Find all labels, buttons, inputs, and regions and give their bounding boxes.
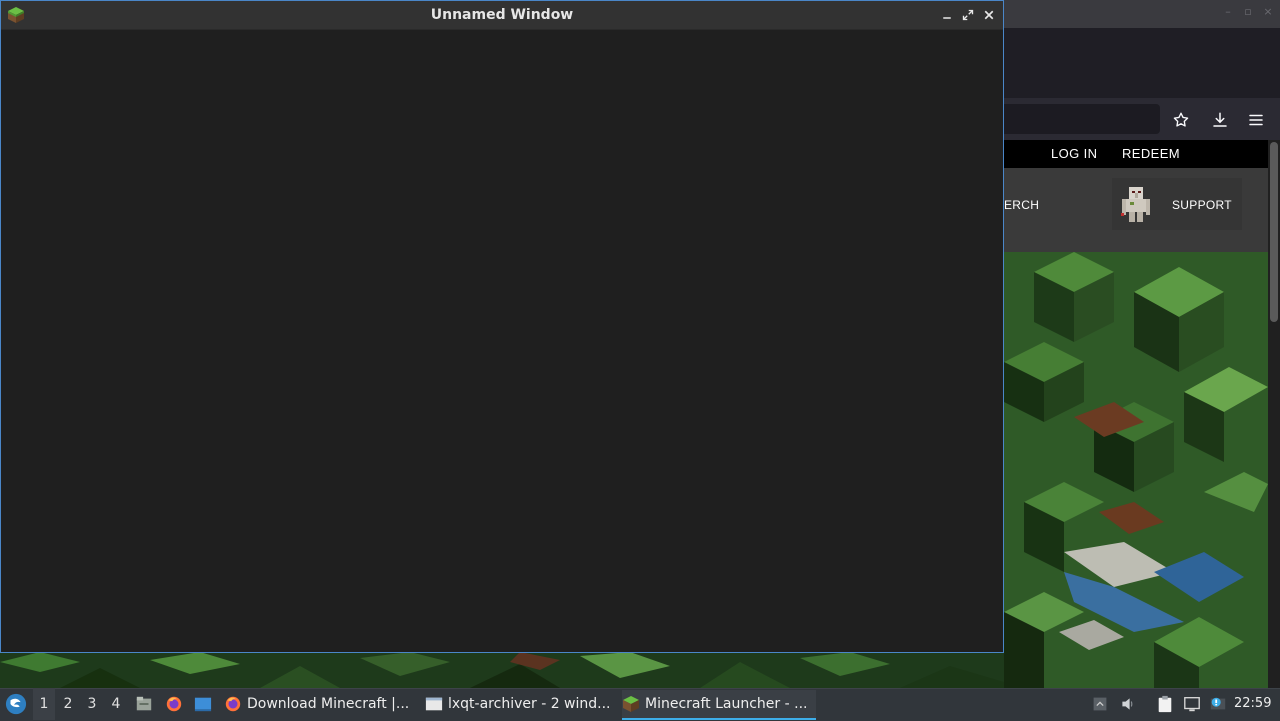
star-icon[interactable] — [1169, 108, 1193, 132]
display-icon[interactable] — [1182, 694, 1202, 714]
desktop-1-button[interactable]: 1 — [33, 688, 55, 720]
search-menu-item[interactable]: ERCH — [1004, 198, 1039, 212]
task-label: Download Minecraft |... — [247, 696, 410, 712]
start-menu-icon[interactable] — [4, 692, 28, 716]
tray-expand-icon[interactable] — [1090, 694, 1110, 714]
task-minecraft-launcher[interactable]: Minecraft Launcher - ... — [622, 690, 816, 720]
task-download-minecraft[interactable]: Download Minecraft |... — [224, 690, 416, 718]
close-icon[interactable]: × — [1262, 6, 1274, 18]
network-notification-icon[interactable] — [1208, 694, 1228, 714]
firefox-launcher-icon[interactable] — [164, 694, 184, 714]
task-label: Minecraft Launcher - ... — [645, 696, 808, 712]
close-button[interactable] — [981, 7, 997, 23]
volume-icon[interactable] — [1118, 694, 1138, 714]
desktop-3-button[interactable]: 3 — [81, 688, 103, 720]
firefox-icon — [225, 696, 241, 712]
desktop-4-button[interactable]: 4 — [105, 688, 127, 720]
minimize-icon[interactable]: – — [1222, 6, 1234, 18]
desktop-wallpaper — [0, 652, 1004, 688]
main-window: Unnamed Window — [0, 0, 1004, 653]
window-icon — [425, 697, 443, 711]
login-link[interactable]: LOG IN — [1051, 146, 1097, 161]
window-titlebar[interactable]: Unnamed Window — [1, 1, 1003, 30]
minimize-button[interactable] — [939, 7, 955, 23]
task-label: lxqt-archiver - 2 wind... — [448, 696, 611, 712]
task-lxqt-archiver[interactable]: lxqt-archiver - 2 wind... — [425, 690, 613, 718]
desktop-2-button[interactable]: 2 — [57, 688, 79, 720]
clock[interactable]: 22:59 — [1234, 688, 1271, 720]
scrollbar-thumb[interactable] — [1270, 142, 1278, 322]
hamburger-menu-icon[interactable] — [1244, 108, 1268, 132]
redeem-link[interactable]: REDEEM — [1122, 146, 1180, 161]
clipboard-icon[interactable] — [1155, 694, 1175, 714]
download-icon[interactable] — [1208, 108, 1232, 132]
show-desktop-icon[interactable] — [193, 694, 213, 714]
minecraft-hero-image — [1004, 252, 1268, 688]
iron-golem-icon — [1120, 186, 1154, 222]
window-title: Unnamed Window — [430, 7, 574, 23]
support-label: SUPPORT — [1172, 198, 1232, 212]
window-content — [1, 30, 1003, 652]
maximize-icon[interactable]: ▫ — [1242, 6, 1254, 18]
file-manager-icon[interactable] — [134, 694, 154, 714]
maximize-button[interactable] — [960, 7, 976, 23]
minecraft-icon — [623, 696, 639, 712]
